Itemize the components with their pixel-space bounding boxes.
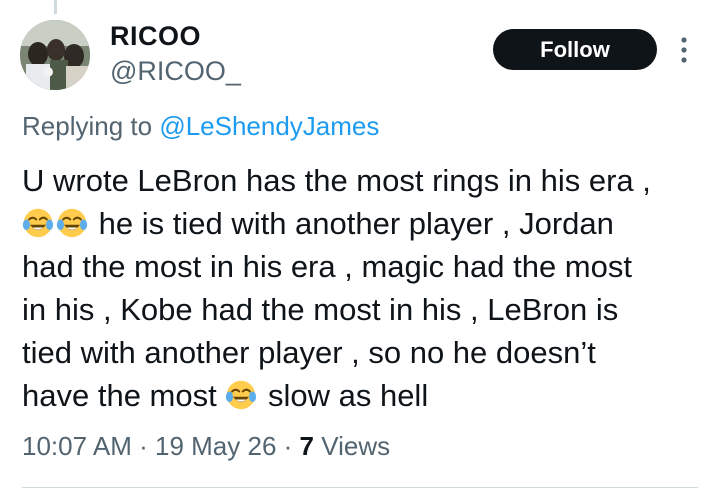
tweet-line-text: have the most [22, 378, 217, 413]
tweet-line: U wrote LeBron has the most rings in his… [22, 163, 651, 198]
tweet-line: have the most slow as hell [22, 374, 702, 417]
tweet-line: he is tied with another player , Jordan [22, 202, 702, 245]
tweet-line-text: slow as hell [267, 378, 429, 413]
tweet-line: had the most in his era , magic had the … [22, 249, 632, 284]
divider [22, 487, 698, 488]
tweet-line: tied with another player , so no he does… [22, 335, 596, 370]
reply-context: Replying to @LeShendyJames [22, 111, 379, 142]
face-with-tears-of-joy-icon [56, 208, 88, 238]
views-label[interactable]: Views [321, 431, 390, 461]
tweet-date[interactable]: 19 May 26 [155, 431, 276, 461]
tweet-meta: 10:07 AM · 19 May 26 · 7 Views [22, 431, 390, 462]
avatar[interactable] [20, 20, 90, 90]
tweet-line: in his , Kobe had the most in his , LeBr… [22, 292, 619, 327]
views-count[interactable]: 7 [300, 431, 314, 461]
display-name[interactable]: RICOO [110, 21, 201, 52]
follow-button[interactable]: Follow [493, 29, 657, 70]
tweet-time[interactable]: 10:07 AM [22, 431, 132, 461]
user-handle[interactable]: @RICOO_ [110, 56, 241, 87]
avatar-photo [20, 20, 90, 90]
reply-context-prefix: Replying to [22, 111, 153, 141]
tweet-line-text: he is tied with another player , Jordan [98, 206, 614, 241]
reply-mention-link[interactable]: @LeShendyJames [159, 111, 379, 141]
face-with-tears-of-joy-icon [22, 208, 54, 238]
meta-separator: · [139, 431, 148, 461]
vertical-ellipsis-icon[interactable] [676, 36, 692, 64]
meta-separator: · [283, 431, 293, 461]
tweet-text: U wrote LeBron has the most rings in his… [22, 159, 702, 417]
face-with-tears-of-joy-icon [226, 380, 257, 410]
thread-connector-line [54, 0, 57, 14]
